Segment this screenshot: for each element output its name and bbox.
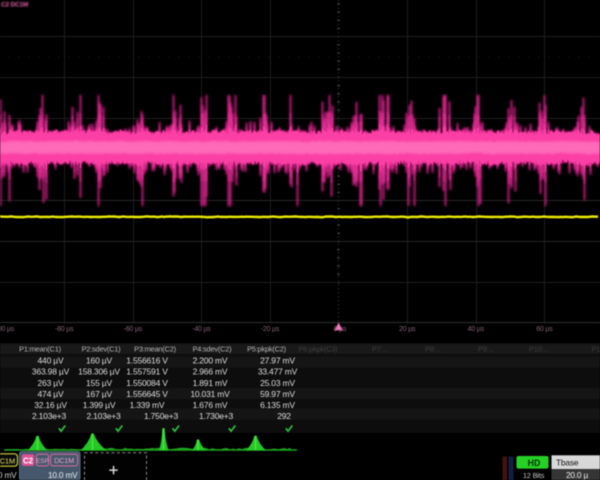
- svg-text:363.98 µV: 363.98 µV: [32, 367, 70, 377]
- svg-text:25.03 mV: 25.03 mV: [260, 378, 295, 388]
- svg-text:1.556645 V: 1.556645 V: [126, 389, 168, 399]
- svg-text:292: 292: [277, 411, 291, 421]
- svg-text:P9:...: P9:...: [478, 344, 494, 353]
- svg-text:-100 µs: -100 µs: [0, 326, 15, 333]
- svg-text:158.306 µV: 158.306 µV: [78, 367, 120, 377]
- svg-text:C2: C2: [23, 456, 34, 465]
- svg-text:P7:...: P7:...: [372, 344, 388, 353]
- svg-text:1.339 mV: 1.339 mV: [130, 400, 165, 410]
- svg-text:1.676 mV: 1.676 mV: [193, 400, 228, 410]
- svg-text:6.135 mV: 6.135 mV: [260, 400, 295, 410]
- svg-text:1.750e+3: 1.750e+3: [144, 411, 179, 421]
- svg-text:DC1M: DC1M: [54, 456, 74, 465]
- svg-text:ESP: ESP: [36, 458, 49, 465]
- svg-text:155 µV: 155 µV: [86, 378, 112, 388]
- svg-text:P5:pkpk(C2): P5:pkpk(C2): [247, 344, 286, 353]
- svg-text:1.399 µV: 1.399 µV: [83, 400, 116, 410]
- svg-text:-60 µs: -60 µs: [124, 326, 143, 333]
- svg-text:2.103e+3: 2.103e+3: [32, 411, 67, 421]
- svg-text:1.730e+3: 1.730e+3: [199, 411, 234, 421]
- svg-text:10.031 mV: 10.031 mV: [190, 389, 230, 399]
- svg-text:-80 µs: -80 µs: [55, 326, 74, 333]
- svg-text:27.97 mV: 27.97 mV: [260, 356, 295, 366]
- svg-text:60 µs: 60 µs: [536, 326, 553, 333]
- svg-text:C2 DC1M: C2 DC1M: [1, 2, 28, 9]
- svg-text:-20 µs: -20 µs: [261, 326, 280, 333]
- svg-text:-40 µs: -40 µs: [192, 326, 211, 333]
- svg-text:2.966 mV: 2.966 mV: [193, 367, 228, 377]
- svg-text:12 Bits: 12 Bits: [523, 471, 545, 480]
- svg-text:32.16 µV: 32.16 µV: [34, 400, 67, 410]
- svg-text:P8:...: P8:...: [425, 344, 441, 353]
- svg-text:P1: P1: [592, 344, 600, 353]
- svg-text:2.103e+3: 2.103e+3: [86, 411, 121, 421]
- svg-text:1.557591 V: 1.557591 V: [126, 367, 168, 377]
- svg-text:P4:sdev(C2): P4:sdev(C2): [193, 344, 232, 353]
- svg-text:440 µV: 440 µV: [38, 356, 64, 366]
- svg-text:10.0 mV: 10.0 mV: [0, 470, 17, 480]
- svg-text:P3:mean(C2): P3:mean(C2): [134, 344, 176, 353]
- svg-text:DC1M: DC1M: [0, 457, 15, 466]
- svg-text:2.200 mV: 2.200 mV: [193, 356, 228, 366]
- svg-text:40 µs: 40 µs: [468, 326, 485, 333]
- svg-text:1.550084 V: 1.550084 V: [126, 378, 168, 388]
- svg-text:167 µV: 167 µV: [86, 389, 112, 399]
- svg-text:10.0 mV: 10.0 mV: [48, 470, 78, 480]
- svg-text:P10:...: P10:...: [529, 344, 549, 353]
- svg-text:33.477 mV: 33.477 mV: [258, 367, 298, 377]
- svg-text:20 µs: 20 µs: [399, 326, 416, 333]
- svg-text:P6:pkpk(C3): P6:pkpk(C3): [299, 344, 338, 353]
- svg-text:59.97 mV: 59.97 mV: [260, 389, 295, 399]
- svg-text:1.891 mV: 1.891 mV: [193, 378, 228, 388]
- svg-text:1.556616 V: 1.556616 V: [126, 356, 168, 366]
- svg-text:Tbase: Tbase: [556, 458, 579, 468]
- svg-text:P2:sdev(C1): P2:sdev(C1): [82, 344, 121, 353]
- svg-text:20.0 µ: 20.0 µ: [566, 470, 588, 480]
- svg-text:160 µV: 160 µV: [86, 356, 112, 366]
- svg-text:474 µV: 474 µV: [38, 389, 64, 399]
- svg-text:P1:mean(C1): P1:mean(C1): [19, 344, 61, 353]
- svg-text:263 µV: 263 µV: [38, 378, 64, 388]
- svg-text:HD: HD: [528, 458, 541, 468]
